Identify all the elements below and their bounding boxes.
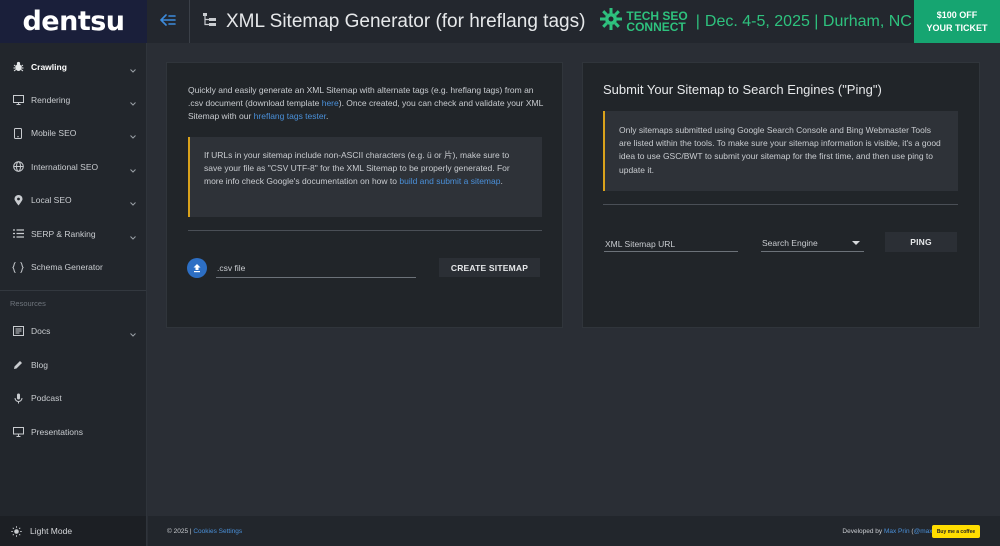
sidebar-item-label: Schema Generator [31, 262, 103, 273]
sidebar-item-label: Local SEO [31, 195, 72, 206]
arrow-left-icon [160, 13, 176, 31]
presentation-icon [11, 425, 25, 439]
sidebar-item-label: Docs [31, 326, 51, 337]
sidebar-item-label: Podcast [31, 393, 62, 404]
chevron-down-icon [130, 198, 136, 208]
pin-icon [11, 193, 25, 207]
footer-copyright: © 2025 | Cookies Settings [167, 528, 242, 535]
cookies-settings-link[interactable]: Cookies Settings [193, 528, 242, 535]
ping-card: Submit Your Sitemap to Search Engines ("… [582, 62, 980, 328]
hreflang-tester-link[interactable]: hreflang tags tester [254, 111, 326, 121]
search-engine-select-value: Search Engine [762, 238, 818, 248]
sidebar-item-docs[interactable]: Docs [0, 315, 146, 348]
list-icon [11, 227, 25, 241]
promo-text: Dec. 4-5, 2025 | Durham, NC [704, 12, 912, 30]
sidebar-item-label: Blog [31, 359, 49, 370]
mobile-icon [11, 126, 25, 140]
mic-icon [11, 391, 25, 405]
page-title: XML Sitemap Generator (for hreflang tags… [226, 10, 586, 32]
sitemap-generator-card: Quickly and easily generate an XML Sitem… [166, 62, 563, 328]
top-bar: dentsu XML Sitemap Generator (for hrefla… [0, 0, 1000, 43]
sidebar-item-label: Rendering [31, 95, 71, 106]
copyright-text: © 2025 | [167, 528, 194, 535]
chevron-down-icon [130, 98, 136, 108]
sidebar-item-label: SERP & Ranking [31, 228, 96, 239]
sidebar-item-label: International SEO [31, 161, 99, 172]
sidebar-item-rendering[interactable]: Rendering [0, 83, 146, 116]
sidebar-item-local-seo[interactable]: Local SEO [0, 184, 146, 217]
google-docs-link[interactable]: build and submit a sitemap [399, 176, 500, 186]
ping-note: Only sitemaps submitted using Google Sea… [603, 111, 958, 191]
promo-separator: | [695, 12, 700, 30]
sidebar-section-resources: Resources [10, 298, 46, 308]
chevron-down-icon [130, 131, 136, 141]
ticket-discount-button[interactable]: $100 OFF YOUR TICKET [914, 0, 1000, 43]
monitor-icon [11, 93, 25, 107]
ping-card-title: Submit Your Sitemap to Search Engines ("… [603, 82, 882, 97]
sidebar-item-label: Presentations [31, 426, 83, 437]
collapse-sidebar-button[interactable] [147, 0, 189, 43]
chevron-down-icon [130, 165, 136, 175]
author-link[interactable]: Max Prin [884, 528, 910, 535]
search-engine-select[interactable]: Search Engine [761, 235, 864, 252]
light-mode-label: Light Mode [30, 526, 73, 536]
sidebar-item-international-seo[interactable]: International SEO [0, 150, 146, 183]
bug-icon [11, 60, 25, 74]
card-divider [188, 230, 542, 231]
event-promo-banner[interactable]: TECH SEO CONNECT | Dec. 4-5, 2025 | Durh… [599, 7, 912, 36]
sidebar-item-presentations[interactable]: Presentations [0, 415, 146, 448]
sitemap-icon [202, 12, 217, 32]
promo-brand-line2: CONNECT [626, 19, 686, 34]
sidebar: Crawling Rendering Mobile SEO Internatio… [0, 43, 147, 546]
globe-icon [11, 160, 25, 174]
sidebar-item-mobile-seo[interactable]: Mobile SEO [0, 117, 146, 150]
promo-brand: TECH SEO CONNECT [626, 10, 687, 34]
buy-me-a-coffee-button[interactable]: Buy me a coffee [932, 525, 980, 538]
caret-down-icon [852, 241, 860, 245]
sidebar-item-crawling[interactable]: Crawling [0, 50, 146, 83]
chevron-down-icon [130, 329, 136, 339]
card-divider [603, 204, 958, 205]
template-download-link[interactable]: here [322, 98, 339, 108]
sidebar-item-label: Crawling [31, 61, 67, 72]
intro-text-part: . [325, 111, 329, 122]
main-content: Quickly and easily generate an XML Sitem… [148, 43, 1000, 516]
title-area: XML Sitemap Generator (for hreflang tags… [190, 0, 912, 43]
light-mode-toggle[interactable]: Light Mode [0, 516, 146, 546]
csv-file-input[interactable]: .csv file [216, 258, 416, 278]
pencil-icon [11, 358, 25, 372]
note-text: . [500, 176, 503, 187]
ticket-line2: YOUR TICKET [926, 22, 988, 33]
coffee-label: Buy me a coffee [936, 528, 976, 535]
sidebar-item-schema-generator[interactable]: Schema Generator [0, 250, 146, 283]
sidebar-item-serp-ranking[interactable]: SERP & Ranking [0, 217, 146, 250]
ping-button[interactable]: PING [885, 232, 957, 252]
docs-icon [11, 324, 25, 338]
braces-icon [11, 260, 25, 274]
chevron-down-icon [130, 232, 136, 242]
sidebar-item-blog[interactable]: Blog [0, 348, 146, 381]
developed-by-text: Developed by [842, 528, 884, 535]
logo[interactable]: dentsu [0, 0, 147, 43]
logo-text: dentsu [22, 6, 125, 37]
upload-icon[interactable] [187, 258, 207, 278]
sidebar-item-label: Mobile SEO [31, 128, 77, 139]
ticket-line1: $100 OFF [936, 9, 978, 20]
sidebar-item-podcast[interactable]: Podcast [0, 382, 146, 415]
sitemap-url-input[interactable]: XML Sitemap URL [604, 235, 738, 252]
intro-text: Quickly and easily generate an XML Sitem… [188, 84, 548, 124]
sun-icon [11, 525, 22, 537]
chevron-down-icon [130, 65, 136, 75]
gear-icon [599, 7, 623, 36]
footer: © 2025 | Cookies Settings Developed by M… [148, 516, 1000, 546]
create-sitemap-button[interactable]: CREATE SITEMAP [439, 258, 540, 277]
tech-seo-connect-logo: TECH SEO CONNECT [599, 7, 688, 36]
non-ascii-note: If URLs in your sitemap include non-ASCI… [188, 137, 542, 217]
